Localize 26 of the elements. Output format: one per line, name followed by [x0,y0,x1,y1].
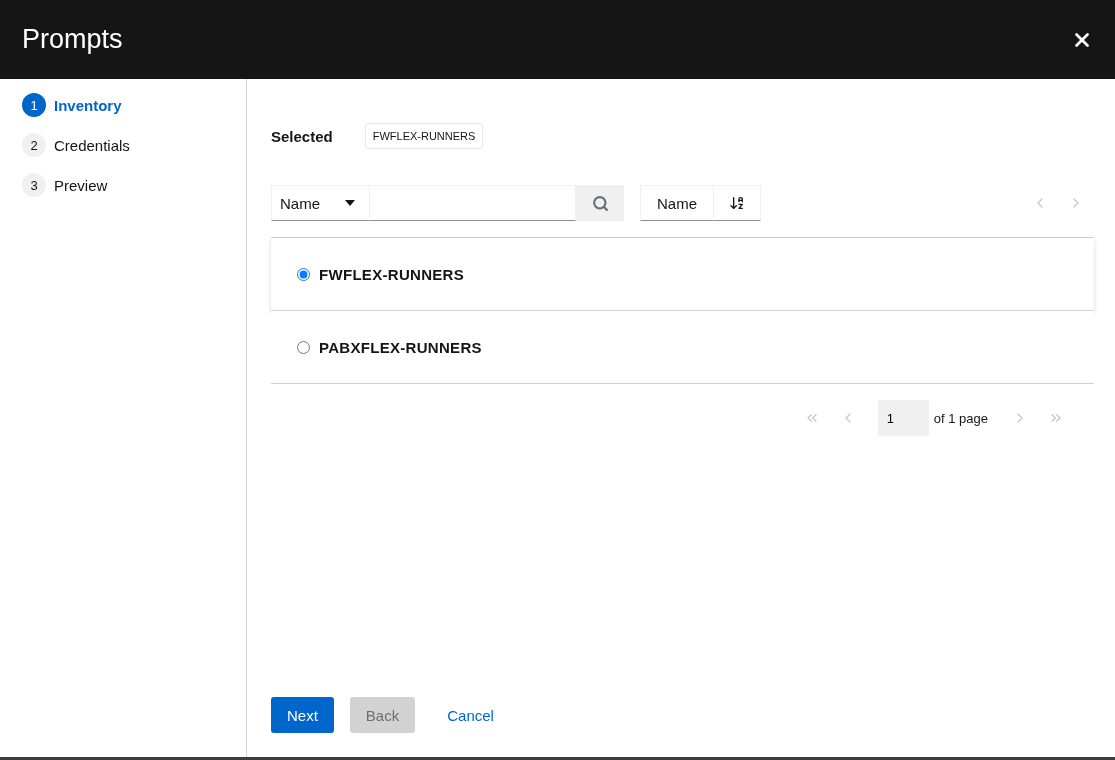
step-number: 2 [22,133,46,157]
list-row[interactable]: FWFLEX-RUNNERS [271,238,1094,311]
search-field[interactable] [370,185,576,221]
step-number: 1 [22,93,46,117]
caret-icon [345,200,355,206]
wizard-step[interactable]: 3 Preview [22,173,246,197]
sort-button[interactable] [714,185,761,221]
wizard-step[interactable]: 1 Inventory [22,93,246,117]
page-count: of 1 page [933,410,988,426]
wizard-step[interactable]: 2 Credentials [22,133,246,157]
search-button[interactable] [576,185,624,221]
link-button[interactable]: Cancel [431,697,510,733]
row-label: PABXFLEX-RUNNERS [319,338,482,356]
page-input[interactable]: 1 [877,400,929,436]
filter-select[interactable]: Name [271,185,370,221]
modal-title: Prompts [22,24,123,55]
sort-field-select[interactable]: Name [640,185,714,221]
selected-chip: FWFLEX-RUNNERS [364,123,484,149]
radio-button[interactable] [297,340,310,354]
radio-button[interactable] [297,267,310,281]
step-number: 3 [22,173,46,197]
footer-button[interactable]: Next [271,697,334,733]
selected-label: Selected [271,127,333,145]
row-label: FWFLEX-RUNNERS [319,265,465,283]
search-icon [591,194,609,212]
sort-icon [729,195,745,211]
